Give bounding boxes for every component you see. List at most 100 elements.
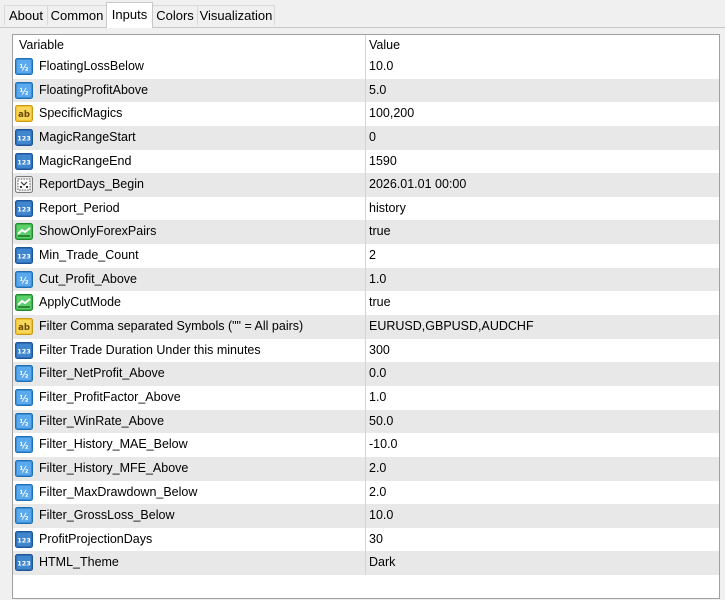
table-row[interactable]: ½ Filter_History_MFE_Above 2.0 xyxy=(13,456,719,481)
table-row[interactable]: ShowOnlyForexPairs true xyxy=(13,220,719,245)
variable-name: FloatingLossBelow xyxy=(39,59,144,73)
grid-rows: ½ FloatingLossBelow 10.0 ½ FloatingProfitAbo… xyxy=(13,55,719,576)
svg-text:123: 123 xyxy=(17,560,31,568)
variable-value[interactable]: 1.0 xyxy=(369,272,709,289)
variable-name: Filter_GrossLoss_Below xyxy=(39,508,175,523)
cell-divider xyxy=(365,315,366,339)
variable-value[interactable]: history xyxy=(369,201,709,218)
double-icon: ½ xyxy=(15,459,33,477)
variable-value[interactable]: 2.0 xyxy=(369,461,709,478)
cell-divider xyxy=(365,338,366,363)
double-icon: ½ xyxy=(15,507,33,525)
variable-name: ProfitProjectionDays xyxy=(39,531,153,546)
column-divider[interactable] xyxy=(365,35,366,55)
variable-value[interactable]: 0.0 xyxy=(369,366,709,383)
svg-text:½: ½ xyxy=(20,86,29,97)
svg-text:123: 123 xyxy=(17,253,31,261)
table-row[interactable]: 123 ProfitProjectionDays 30 xyxy=(13,527,719,552)
variable-value[interactable]: 30 xyxy=(369,532,709,549)
variable-name: Filter Trade Duration Under this minutes xyxy=(39,342,261,357)
variable-value[interactable]: true xyxy=(369,295,709,312)
variable-name: Min_Trade_Count xyxy=(39,248,139,263)
table-row[interactable]: 123 Filter Trade Duration Under this minu… xyxy=(13,338,719,363)
variable-value[interactable]: 50.0 xyxy=(369,414,709,431)
datetime-icon xyxy=(15,176,33,194)
svg-text:½: ½ xyxy=(20,488,29,499)
double-icon: ½ xyxy=(15,436,33,454)
cell-divider xyxy=(365,551,366,576)
table-row[interactable]: ReportDays_Begin 2026.01.01 00:00 xyxy=(13,173,719,197)
svg-text:123: 123 xyxy=(17,347,31,355)
variable-value[interactable]: 2 xyxy=(369,248,709,265)
table-row[interactable]: ½ Cut_Profit_Above 1.0 xyxy=(13,267,719,292)
column-header-value[interactable]: Value xyxy=(369,38,400,52)
variable-name: Filter_History_MFE_Above xyxy=(39,460,189,475)
tab-common[interactable]: Common xyxy=(47,5,107,25)
variable-value[interactable]: 1.0 xyxy=(369,390,709,407)
tab-about[interactable]: About xyxy=(4,5,48,25)
tab-inputs[interactable]: Inputs xyxy=(106,2,153,28)
table-row[interactable]: ½ Filter_WinRate_Above 50.0 xyxy=(13,409,719,434)
table-row[interactable]: 123 MagicRangeEnd 1590 xyxy=(13,149,719,174)
table-row[interactable]: ½ Filter_History_MAE_Below -10.0 xyxy=(13,433,719,457)
variable-value[interactable]: -10.0 xyxy=(369,437,709,454)
tab-visualization[interactable]: Visualization xyxy=(197,5,275,25)
variable-value[interactable]: EURUSD,GBPUSD,AUDCHF xyxy=(369,319,709,336)
variable-name: Filter Comma separated Symbols ("" = All… xyxy=(39,319,304,334)
variable-value[interactable]: true xyxy=(369,224,709,241)
table-row[interactable]: 123 MagicRangeStart 0 xyxy=(13,125,719,150)
variable-name: Filter_ProfitFactor_Above xyxy=(39,389,181,404)
table-row[interactable]: ab SpecificMagics 100,200 xyxy=(13,102,719,126)
variable-name: ShowOnlyForexPairs xyxy=(39,224,157,239)
variable-value[interactable]: 100,200 xyxy=(369,106,709,123)
table-row[interactable]: ½ Filter_ProfitFactor_Above 1.0 xyxy=(13,385,719,410)
table-row[interactable]: 123 Min_Trade_Count 2 xyxy=(13,244,719,268)
svg-text:ab: ab xyxy=(18,323,30,333)
variable-value[interactable]: Dark xyxy=(369,555,709,572)
variable-value[interactable]: 5.0 xyxy=(369,83,709,100)
inputs-grid: Variable Value ½ FloatingLossBelow 10.0 ½ Fl… xyxy=(12,34,720,599)
variable-name: Filter_NetProfit_Above xyxy=(39,366,165,381)
variable-value[interactable]: 0 xyxy=(369,130,709,147)
cell-divider xyxy=(365,125,366,150)
table-row[interactable]: ½ Filter_GrossLoss_Below 10.0 xyxy=(13,504,719,528)
svg-text:123: 123 xyxy=(17,536,31,544)
variable-name: SpecificMagics xyxy=(39,106,123,121)
cell-divider xyxy=(365,456,366,481)
double-icon: ½ xyxy=(15,270,33,288)
table-row[interactable]: 123 HTML_Theme Dark xyxy=(13,551,719,576)
cell-divider xyxy=(365,244,366,268)
table-row[interactable]: ½ Filter_NetProfit_Above 0.0 xyxy=(13,362,719,386)
int-icon: 123 xyxy=(15,530,33,548)
table-row[interactable]: ab Filter Comma separated Symbols ("" = A… xyxy=(13,315,719,339)
variable-value[interactable]: 2.0 xyxy=(369,485,709,502)
variable-name: ReportDays_Begin xyxy=(39,177,144,192)
tab-bar: About Common Inputs Colors Visualization xyxy=(0,0,725,28)
cell-divider xyxy=(365,196,366,221)
cell-divider xyxy=(365,78,366,103)
svg-text:ab: ab xyxy=(18,110,30,120)
bool-icon xyxy=(15,223,33,241)
cell-divider xyxy=(365,55,366,79)
tab-colors[interactable]: Colors xyxy=(152,5,198,25)
svg-text:½: ½ xyxy=(20,275,29,286)
table-row[interactable]: ApplyCutMode true xyxy=(13,291,719,316)
table-row[interactable]: ½ Filter_MaxDrawdown_Below 2.0 xyxy=(13,480,719,505)
variable-value[interactable]: 300 xyxy=(369,343,709,360)
cell-divider xyxy=(365,527,366,552)
variable-value[interactable]: 2026.01.01 00:00 xyxy=(369,177,709,194)
variable-value[interactable]: 10.0 xyxy=(369,59,709,76)
column-header-variable[interactable]: Variable xyxy=(19,38,64,52)
variable-value[interactable]: 10.0 xyxy=(369,508,709,525)
svg-text:½: ½ xyxy=(20,512,29,523)
table-row[interactable]: ½ FloatingLossBelow 10.0 xyxy=(13,55,719,79)
table-row[interactable]: 123 Report_Period history xyxy=(13,196,719,221)
table-row[interactable]: ½ FloatingProfitAbove 5.0 xyxy=(13,78,719,103)
cell-divider xyxy=(365,504,366,528)
cell-divider xyxy=(365,291,366,316)
cell-divider xyxy=(365,480,366,505)
double-icon: ½ xyxy=(15,58,33,75)
svg-text:½: ½ xyxy=(20,393,29,404)
svg-text:½: ½ xyxy=(20,370,29,381)
variable-value[interactable]: 1590 xyxy=(369,154,709,171)
